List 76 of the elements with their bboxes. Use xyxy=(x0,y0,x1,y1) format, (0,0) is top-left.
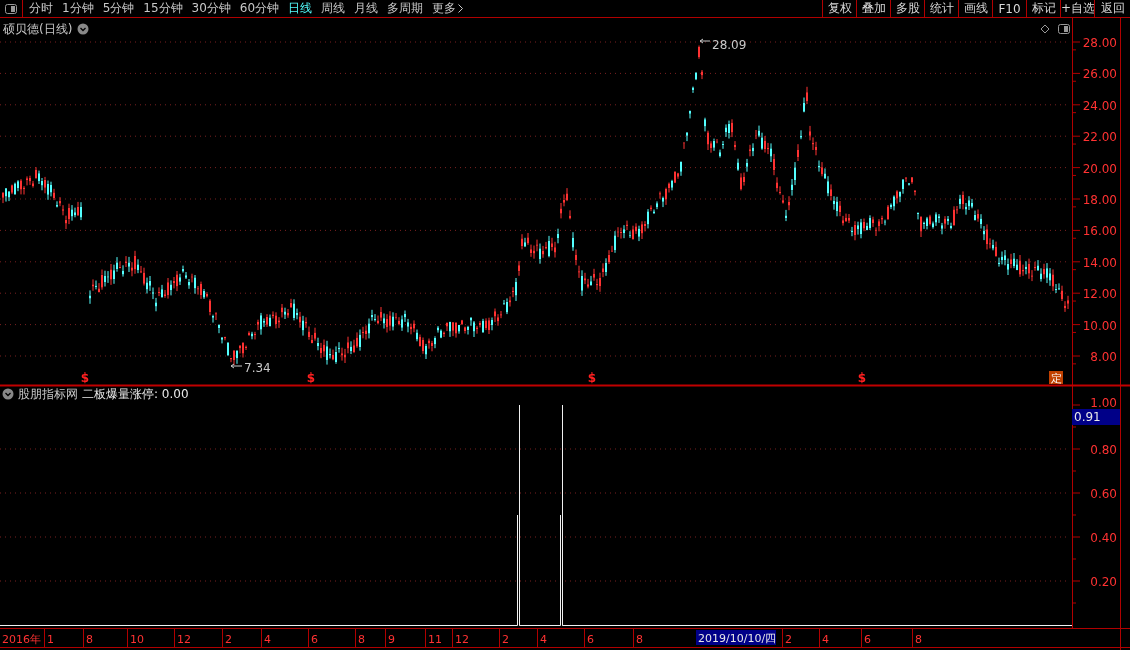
price-axis-label: 16.00 xyxy=(1082,224,1117,239)
date-axis-label: 4 xyxy=(540,633,547,646)
period-tab[interactable]: 月线 xyxy=(354,0,379,17)
date-axis-label: 4 xyxy=(264,633,271,646)
signal-mark: $ xyxy=(80,371,90,385)
price-axis-label: 24.00 xyxy=(1082,98,1117,113)
chevron-right-icon xyxy=(458,4,464,13)
date-axis-label: 8 xyxy=(86,633,93,646)
date-axis-label: 2016年 xyxy=(2,633,41,646)
price-axis-label: 14.00 xyxy=(1082,255,1117,270)
period-tab[interactable]: 日线 xyxy=(288,0,313,17)
date-axis-label: 2 xyxy=(502,633,509,646)
date-axis-label: 2 xyxy=(225,633,232,646)
chart-title: 硕贝德(日线) xyxy=(3,22,73,36)
date-axis-label: 1 xyxy=(47,633,54,646)
period-tab[interactable]: 30分钟 xyxy=(191,0,231,17)
price-axis-label: 26.00 xyxy=(1082,67,1117,82)
indicator-axis-label: 0.20 xyxy=(1090,575,1117,589)
date-axis-label: 8 xyxy=(358,633,365,646)
period-tab[interactable]: 多周期 xyxy=(387,0,424,17)
dropdown-icon[interactable] xyxy=(77,23,89,35)
period-tab[interactable]: 1分钟 xyxy=(62,0,94,17)
date-axis-label: 12 xyxy=(455,633,469,646)
signal-mark: $ xyxy=(306,371,316,385)
price-axis-label: 22.00 xyxy=(1082,130,1117,145)
low-price-label: 7.34 xyxy=(244,361,271,375)
date-axis-label: 6 xyxy=(587,633,594,646)
indicator-axis-label: 0.80 xyxy=(1090,443,1117,457)
period-tab[interactable]: 周线 xyxy=(321,0,346,17)
period-tab[interactable]: 60分钟 xyxy=(239,0,280,17)
cursor-value: 0.91 xyxy=(1072,409,1120,425)
date-axis-label: 4 xyxy=(822,633,829,646)
toolbar-button[interactable]: 返回 xyxy=(1094,0,1130,17)
toolbar-button[interactable]: F10 xyxy=(992,0,1026,17)
period-tab[interactable]: 分时 xyxy=(29,0,53,17)
date-axis-label: 6 xyxy=(864,633,871,646)
toolbar-button[interactable]: 叠加 xyxy=(856,0,890,17)
diamond-icon[interactable] xyxy=(1040,24,1050,34)
indicator-axis-label: 0.60 xyxy=(1090,487,1117,501)
date-axis-label: 2 xyxy=(785,633,792,646)
panel-toggle-icon[interactable] xyxy=(5,3,17,14)
leader-line xyxy=(699,38,711,44)
period-tab[interactable]: 更多 xyxy=(432,0,464,17)
price-axis-label: 8.00 xyxy=(1090,350,1117,364)
toolbar-button[interactable]: 统计 xyxy=(924,0,958,17)
indicator-formula: 二板爆量涨停: 0.00 xyxy=(82,387,189,401)
price-axis-label: 18.00 xyxy=(1082,193,1117,207)
signal-mark: $ xyxy=(857,371,867,385)
date-axis-label: 12 xyxy=(177,633,191,646)
toolbar-button[interactable]: 画线 xyxy=(958,0,992,17)
cursor-date: 2019/10/10/四 xyxy=(696,630,777,645)
price-axis-label: 10.00 xyxy=(1082,318,1117,333)
date-axis-label: 10 xyxy=(130,633,144,646)
signal-mark: $ xyxy=(587,371,597,385)
indicator-axis-label: 0.40 xyxy=(1090,531,1117,545)
indicator-axis-label: 1.00 xyxy=(1090,396,1117,410)
price-axis-label: 28.00 xyxy=(1082,36,1117,50)
price-axis-label: 12.00 xyxy=(1082,287,1117,302)
date-axis-label: 8 xyxy=(636,633,643,646)
panel-toggle-icon[interactable] xyxy=(1058,24,1070,34)
date-axis-label: 6 xyxy=(311,633,318,646)
lock-mark: 定 xyxy=(1049,371,1063,385)
toolbar-button[interactable]: 标记 xyxy=(1026,0,1060,17)
date-axis-label: 8 xyxy=(915,633,922,646)
high-price-label: 28.09 xyxy=(712,38,747,52)
period-tab[interactable]: 5分钟 xyxy=(102,0,135,17)
toolbar-button[interactable]: +自选 xyxy=(1060,0,1094,17)
toolbar-button[interactable]: 复权 xyxy=(822,0,856,17)
dropdown-icon[interactable] xyxy=(2,388,14,400)
indicator-source: 股朋指标网 xyxy=(18,387,78,401)
price-axis-label: 20.00 xyxy=(1082,161,1117,176)
period-tab[interactable]: 15分钟 xyxy=(143,0,183,17)
toolbar-button[interactable]: 多股 xyxy=(890,0,924,17)
date-axis-label: 11 xyxy=(428,633,442,646)
date-axis-label: 9 xyxy=(388,633,395,646)
leader-line xyxy=(230,363,243,369)
